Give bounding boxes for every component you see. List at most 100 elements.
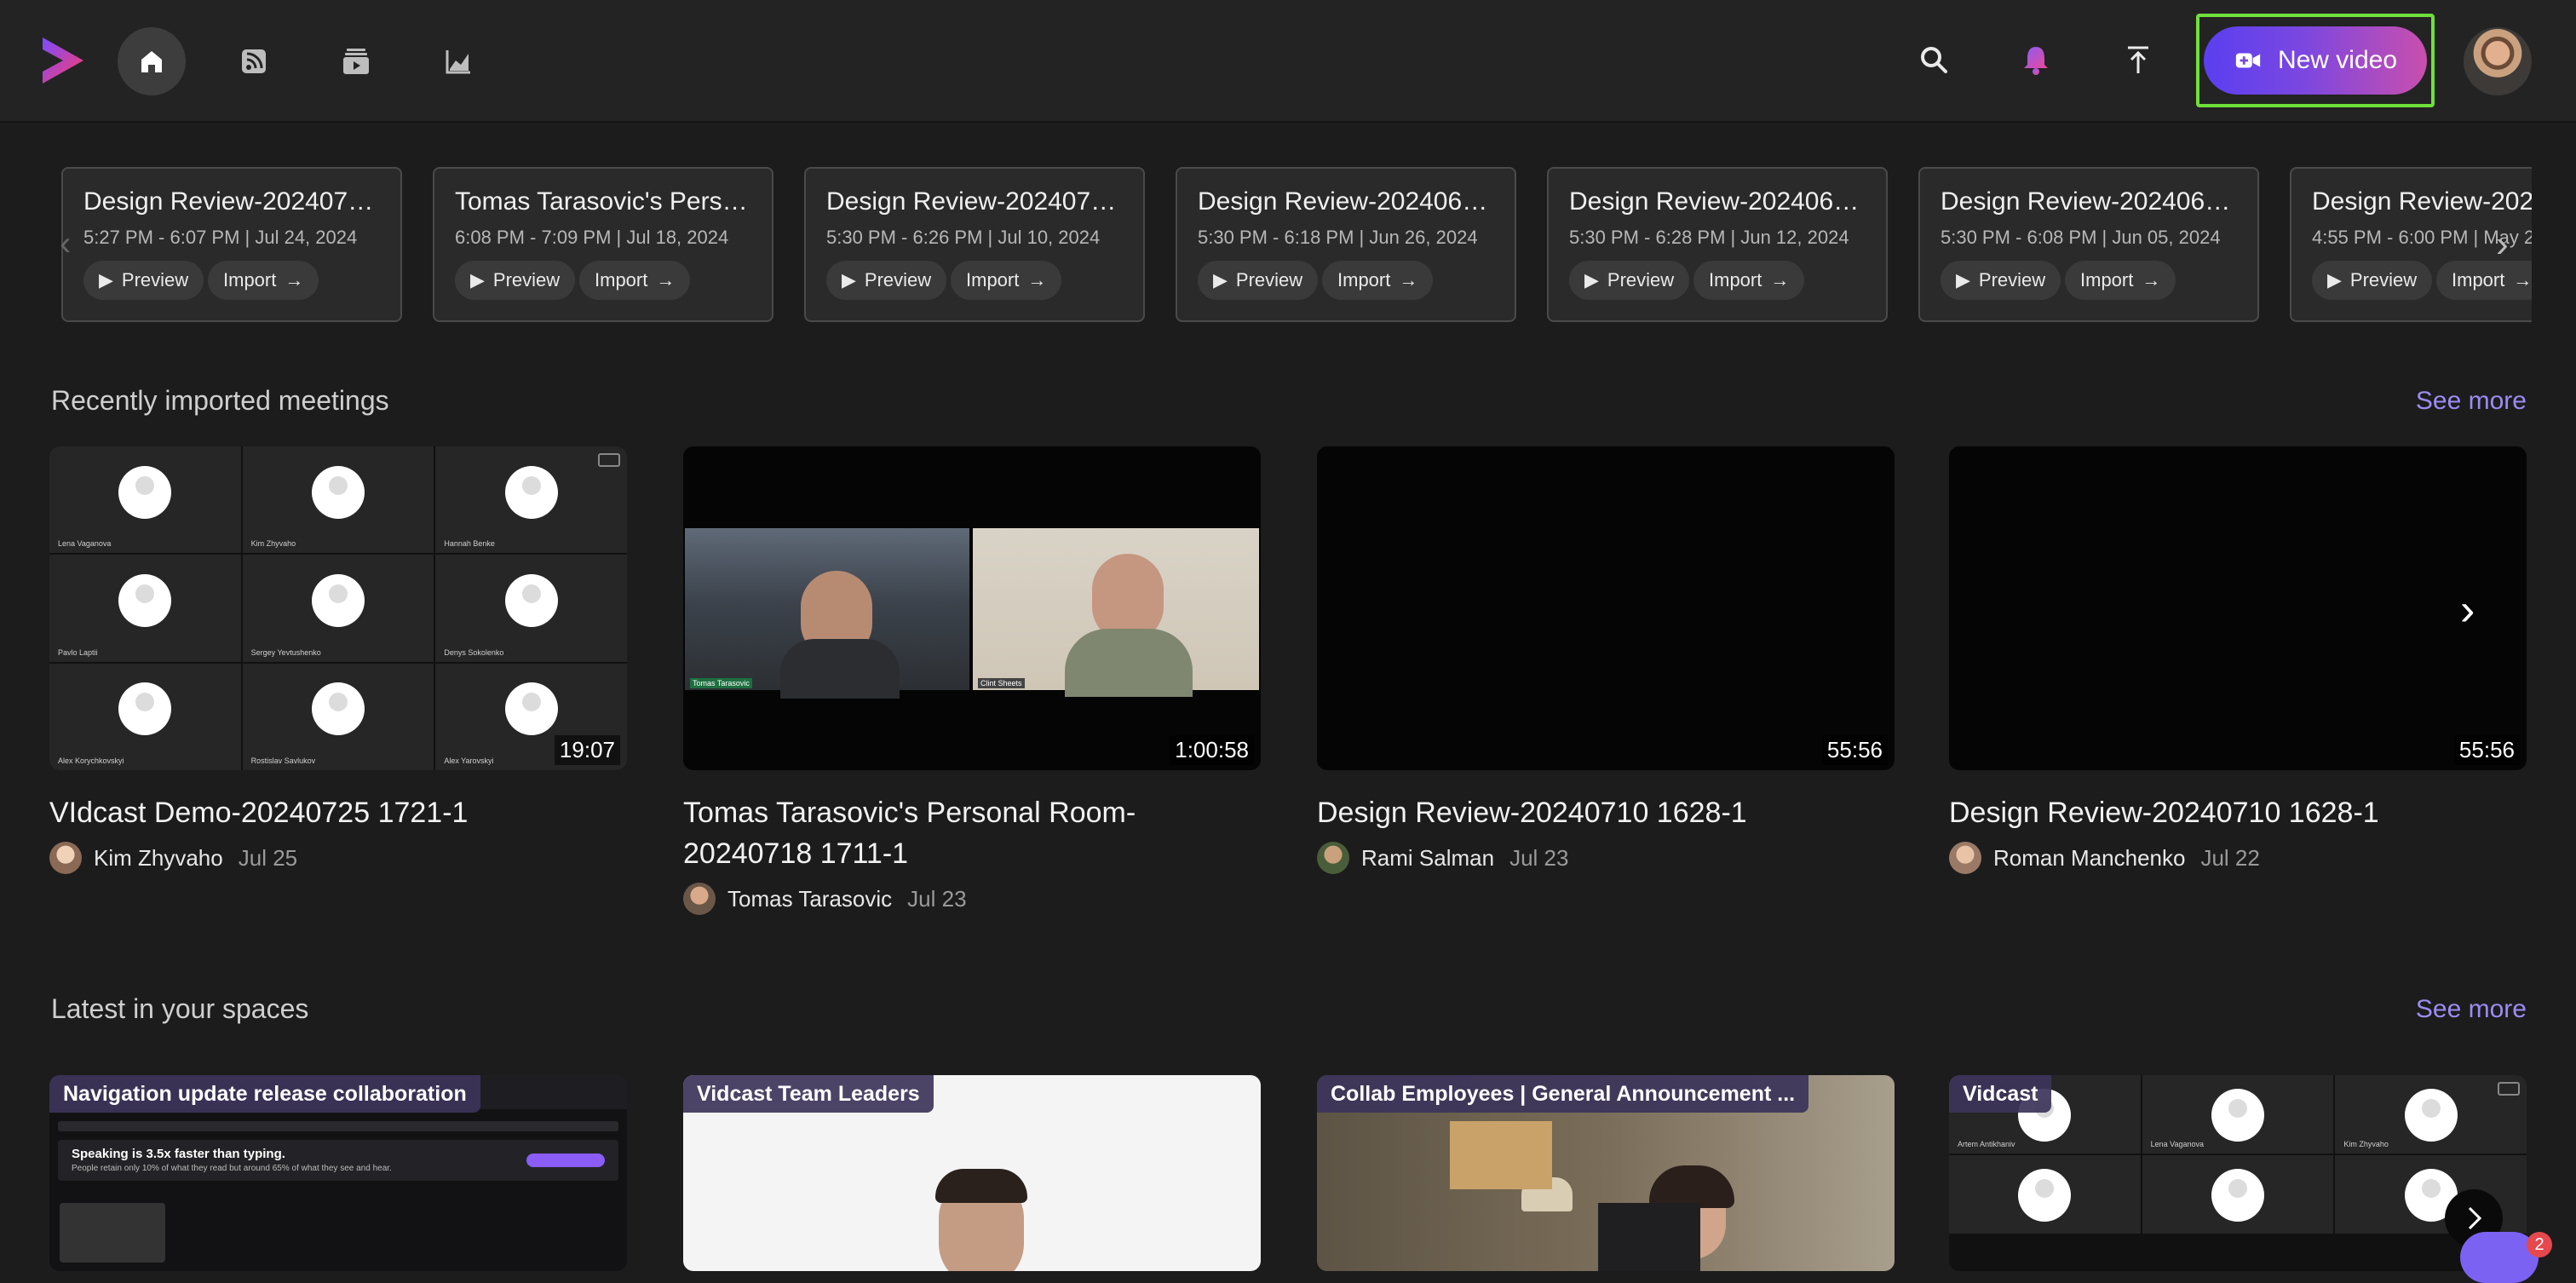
video-thumbnail[interactable]: 55:56 [1317,446,1895,770]
import-button[interactable]: Import → [2436,261,2532,300]
meeting-title: Design Review-20240612 1628-1 [1569,187,1871,216]
meeting-title: Design Review-20240626 1628-1 [1198,187,1499,216]
video-duration: 1:00:58 [1170,735,1254,765]
preview-button[interactable]: ▶ Preview [1941,261,2061,300]
nav-analytics-icon[interactable] [424,27,492,95]
meeting-card[interactable]: Design Review-20240605 1628-1 5:30 PM - … [1918,167,2259,322]
play-icon: ▶ [99,269,113,291]
space-card[interactable]: Collab Employees | General Announcement … [1317,1075,1895,1271]
import-button[interactable]: Import → [579,261,691,300]
chevron-right-icon[interactable]: › [2460,588,2475,632]
avatar-placeholder-icon [118,682,172,736]
import-button[interactable]: Import → [2065,261,2176,300]
import-button[interactable]: Import → [208,261,319,300]
video-title[interactable]: Design Review-20240710 1628-1 [1949,792,2527,833]
preview-headline: Speaking is 3.5x faster than typing. [72,1147,285,1161]
avatar [49,842,82,874]
participant-tile: Kim Zhyvaho [242,446,434,554]
app-logo-icon[interactable] [39,34,87,87]
meeting-title: Design Review-20240529 1628-1 [2312,187,2532,216]
preview-button[interactable]: ▶ Preview [83,261,204,300]
preview-button[interactable]: ▶ Preview [2312,261,2433,300]
space-tag: Vidcast [1949,1075,2052,1113]
avatar-placeholder-icon [504,573,558,627]
space-tag: Vidcast Team Leaders [683,1075,934,1113]
meeting-title: Design Review-20240710 1628-1 [826,187,1128,216]
avatar-placeholder-icon [118,573,172,627]
author-name: Roman Manchenko [1993,844,2186,871]
video-meta: Rami Salman Jul 23 [1317,842,1895,874]
video-title[interactable]: Tomas Tarasovic's Personal Room-20240718… [683,792,1261,874]
notification-bell-icon[interactable] [2015,39,2056,80]
preview-button[interactable]: ▶ Preview [1569,261,1690,300]
video-date: Jul 22 [2200,844,2260,871]
avatar [1317,842,1349,874]
meeting-card[interactable]: Design Review-20240626 1628-1 5:30 PM - … [1176,167,1516,322]
import-button[interactable]: Import → [951,261,1062,300]
chat-unread-badge: 2 [2527,1232,2552,1257]
import-button[interactable]: Import → [1322,261,1434,300]
new-video-button[interactable]: New video [2204,26,2427,95]
meeting-card[interactable]: Design Review-20240710 1628-1 5:30 PM - … [804,167,1145,322]
section-title-recent: Recently imported meetings [51,385,389,416]
space-card[interactable]: Vidcast Team Leaders [683,1075,1261,1271]
carousel-next-icon[interactable]: › [2496,223,2509,266]
space-tag: Navigation update release collaboration [49,1075,480,1113]
video-thumbnail[interactable]: Lena Vaganova Kim Zhyvaho Hannah Benke P… [49,446,627,770]
meeting-card[interactable]: Tomas Tarasovic's Personal Room 6:08 PM … [433,167,773,322]
participant-tile [2142,1155,2334,1234]
video-thumbnail[interactable]: Tomas Tarasovic Clint Sheets 1:00:58 [683,446,1261,770]
arrow-right-icon: → [2142,269,2161,291]
import-button[interactable]: Import → [1693,261,1805,300]
participant-tile: Lena Vaganova [49,446,241,554]
participant-tile: Sergey Yevtushenko [242,555,434,662]
video-card[interactable]: 55:56 › Design Review-20240710 1628-1 Ro… [1949,446,2527,874]
nav-library-icon[interactable] [322,27,390,95]
video-card[interactable]: Tomas Tarasovic Clint Sheets 1:00:58 Tom… [683,446,1261,915]
video-title[interactable]: Design Review-20240710 1628-1 [1317,792,1895,833]
participant-tile: Lena Vaganova [2142,1075,2334,1154]
avatar-placeholder-icon [118,465,172,519]
new-video-highlight: New video [2196,14,2435,107]
play-icon: ▶ [1956,269,1970,291]
video-title[interactable]: VIdcast Demo-20240725 1721-1 [49,792,627,833]
arrow-right-icon: → [285,269,304,291]
search-icon[interactable] [1913,39,1954,80]
video-meta: Tomas Tarasovic Jul 23 [683,883,1261,915]
see-more-recent-link[interactable]: See more [2416,387,2527,416]
meeting-time: 5:30 PM - 6:08 PM | Jun 05, 2024 [1941,227,2221,248]
video-card[interactable]: Lena Vaganova Kim Zhyvaho Hannah Benke P… [49,446,627,874]
upload-icon[interactable] [2118,39,2159,80]
arrow-right-icon: → [1399,269,1418,291]
preview-button[interactable]: ▶ Preview [826,261,947,300]
video-meta: Kim Zhyvaho Jul 25 [49,842,627,874]
video-card[interactable]: 55:56 Design Review-20240710 1628-1 Rami… [1317,446,1895,874]
see-more-spaces-link[interactable]: See more [2416,995,2527,1024]
space-preview: Speaking is 3.5x faster than typing. Peo… [49,1109,627,1271]
arrow-right-icon: → [1027,269,1047,291]
meeting-card[interactable]: Design Review-20240612 1628-1 5:30 PM - … [1547,167,1888,322]
avatar-placeholder-icon [2018,1169,2072,1222]
carousel-prev-icon[interactable]: ‹ [60,225,71,263]
participant-tile: Alex Korychkovskyi [49,663,241,770]
user-avatar[interactable] [2464,27,2532,95]
play-icon: ▶ [2327,269,2342,291]
video-thumbnail[interactable]: 55:56 › [1949,446,2527,770]
video-date: Jul 23 [1509,844,1569,871]
meeting-time: 5:30 PM - 6:28 PM | Jun 12, 2024 [1569,227,1849,248]
space-card[interactable]: Artem Antikhaniv Lena Vaganova Kim Zhyva… [1949,1075,2527,1271]
video-camera-icon [2235,53,2261,68]
nav-feed-icon[interactable] [220,27,288,95]
space-card[interactable]: Speaking is 3.5x faster than typing. Peo… [49,1075,627,1271]
participant-tile: Pavlo Laptii [49,555,241,662]
meeting-time: 5:30 PM - 6:26 PM | Jul 10, 2024 [826,227,1101,248]
nav-home-icon[interactable] [118,27,186,95]
meeting-card[interactable]: Design Review-20240724 1721-1 5:27 PM - … [61,167,402,322]
arrow-right-icon: → [656,269,676,291]
video-meta: Roman Manchenko Jul 22 [1949,842,2527,874]
preview-button[interactable]: ▶ Preview [455,261,576,300]
meeting-title: Design Review-20240724 1721-1 [83,187,385,216]
caption-icon [598,453,620,467]
participant-tile [1949,1155,2141,1234]
preview-button[interactable]: ▶ Preview [1198,261,1319,300]
